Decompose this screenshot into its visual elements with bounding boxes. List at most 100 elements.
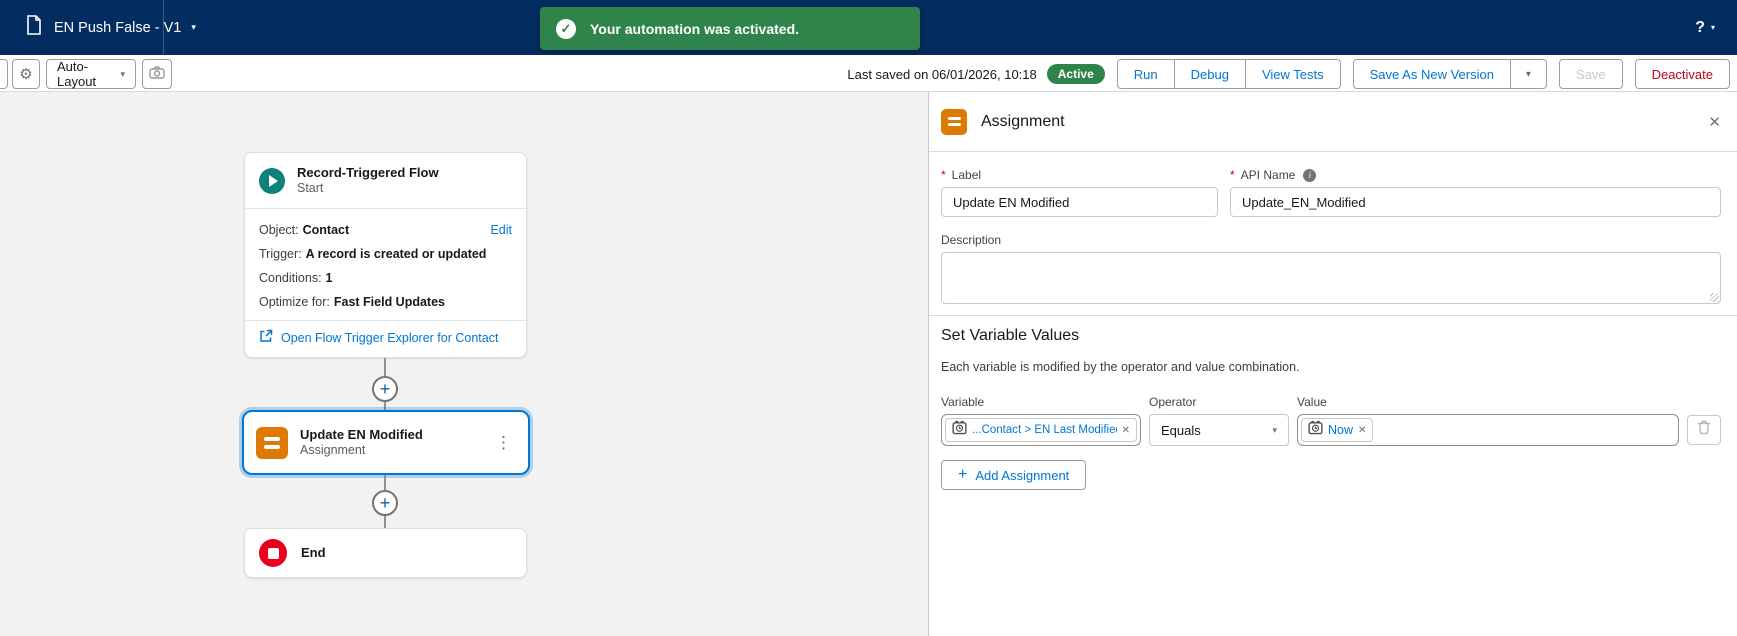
start-node-card[interactable]: Record-Triggered Flow Start Object: Cont… [244, 152, 527, 358]
gear-icon: ⚙ [19, 66, 33, 83]
label-field-label: * Label [941, 168, 982, 182]
textarea-resize-handle[interactable] [1710, 293, 1719, 302]
connector-line [384, 358, 386, 376]
last-saved-text: Last saved on 06/01/2026, 10:18 [847, 66, 1037, 82]
flow-name-caret-down-icon[interactable]: ▾ [191, 22, 196, 33]
datetime-icon [1308, 420, 1323, 440]
kebab-menu-icon[interactable]: ⋮ [491, 433, 516, 453]
optimize-value: Fast Field Updates [333, 295, 445, 309]
camera-icon [149, 66, 165, 82]
operator-select[interactable]: Equals ▾ [1149, 414, 1289, 446]
settings-button[interactable]: ⚙ [12, 59, 40, 89]
add-element-button[interactable]: + [372, 376, 398, 402]
set-variable-values-heading: Set Variable Values [941, 327, 1080, 344]
add-element-button[interactable]: + [372, 490, 398, 516]
panel-title: Assignment [981, 112, 1065, 130]
api-name-field-label: * API Name i [1230, 168, 1721, 182]
delete-assignment-button[interactable] [1687, 415, 1721, 445]
save-as-new-version-group: Save As New Version ▾ [1352, 59, 1547, 89]
toast-message: Your automation was activated. [590, 20, 800, 37]
connector-line [384, 516, 386, 528]
object-value: Contact [302, 223, 350, 237]
description-field-label: Description [941, 233, 1002, 247]
operator-value: Equals [1161, 422, 1201, 438]
save-button[interactable]: Save [1558, 59, 1623, 89]
start-node-title: Record-Triggered Flow [297, 165, 439, 180]
connector-line [384, 475, 386, 490]
add-assignment-button[interactable]: + Add Assignment [941, 460, 1087, 490]
section-helper-text: Each variable is modified by the operato… [941, 360, 1300, 374]
toast-check-icon: ✓ [556, 18, 576, 39]
value-column-label: Value [1297, 395, 1327, 409]
start-node-details: Object: Contact Edit Trigger: A record i… [245, 208, 526, 320]
top-navbar: EN Push False - V1 ▾ ✓ Your automation w… [0, 0, 1737, 55]
end-node-card[interactable]: End [244, 528, 527, 578]
api-name-input[interactable] [1230, 187, 1721, 217]
toolbar-right-group: Last saved on 06/01/2026, 10:18 Active R… [847, 59, 1730, 89]
assignment-node-card[interactable]: Update EN Modified Assignment ⋮ [242, 410, 530, 475]
value-combobox[interactable]: Now ✕ [1297, 414, 1679, 446]
flow-canvas[interactable]: Record-Triggered Flow Start Object: Cont… [0, 92, 928, 636]
run-button[interactable]: Run [1116, 59, 1175, 89]
external-link-icon [259, 329, 273, 348]
start-node-header: Record-Triggered Flow Start [245, 153, 526, 208]
variable-column-label: Variable [941, 395, 985, 409]
assignment-node-title: Update EN Modified [300, 427, 423, 442]
assignment-property-panel: Assignment ✕ * Label * API Name i [928, 92, 1737, 636]
toast-success: ✓ Your automation was activated. [540, 7, 920, 50]
variable-pill-text: ...Contact > EN Last Modified Date [972, 424, 1117, 436]
optimize-label: Optimize for: [259, 295, 330, 309]
panel-header: Assignment ✕ [929, 92, 1737, 152]
save-as-new-version-button[interactable]: Save As New Version [1352, 59, 1511, 89]
help-menu[interactable]: ? ▾ [1695, 0, 1715, 55]
help-caret-down-icon[interactable]: ▾ [1711, 23, 1715, 32]
required-marker: * [1230, 168, 1235, 182]
plus-icon: + [379, 493, 391, 513]
deactivate-button[interactable]: Deactivate [1634, 59, 1730, 89]
datetime-icon [952, 420, 967, 440]
start-play-icon [259, 167, 285, 194]
conditions-label: Conditions: [259, 271, 322, 285]
trash-icon [1697, 420, 1711, 440]
end-stop-icon [259, 539, 287, 567]
trigger-label: Trigger: [259, 247, 302, 261]
remove-variable-icon[interactable]: ✕ [1122, 425, 1130, 436]
close-icon[interactable]: ✕ [1708, 113, 1721, 131]
snapshot-button[interactable] [142, 59, 172, 89]
edit-link[interactable]: Edit [490, 218, 512, 242]
info-icon[interactable]: i [1303, 168, 1317, 182]
object-label: Object: [259, 223, 299, 237]
section-divider [929, 315, 1737, 316]
debug-button[interactable]: Debug [1174, 59, 1246, 89]
end-node-title: End [301, 545, 326, 560]
plus-icon: + [379, 379, 391, 399]
layout-select[interactable]: Auto-Layout ▾ [46, 59, 136, 89]
assignment-equals-icon [256, 426, 288, 459]
panel-body: * Label * API Name i Description [929, 152, 1737, 490]
start-conditions-row: Conditions: 1 [259, 266, 512, 290]
operator-caret-down-icon: ▾ [1272, 424, 1277, 435]
variable-combobox[interactable]: ...Contact > EN Last Modified Date ✕ [941, 414, 1141, 446]
trigger-explorer-link-row: Open Flow Trigger Explorer for Contact [245, 320, 526, 355]
layout-select-label: Auto-Layout [57, 59, 97, 89]
add-assignment-label: Add Assignment [975, 467, 1070, 483]
navbar-divider [163, 0, 164, 55]
plus-icon: + [958, 466, 968, 483]
label-input[interactable] [941, 187, 1218, 217]
start-node-subtitle: Start [297, 181, 324, 195]
view-tests-button[interactable]: View Tests [1245, 59, 1341, 89]
value-pill: Now ✕ [1301, 418, 1374, 442]
layout-caret-down-icon: ▾ [120, 68, 125, 79]
run-debug-button-group: Run Debug View Tests [1116, 59, 1341, 89]
help-icon[interactable]: ? [1695, 19, 1705, 37]
variable-pill: ...Contact > EN Last Modified Date ✕ [945, 418, 1137, 442]
operator-column-label: Operator [1149, 395, 1197, 409]
flow-document-icon [26, 15, 42, 40]
remove-value-icon[interactable]: ✕ [1358, 425, 1366, 436]
value-pill-text: Now [1328, 423, 1354, 437]
save-as-caret-down-icon[interactable]: ▾ [1510, 59, 1547, 89]
assignment-row-labels: Variable Operator Value ...Contact > EN … [941, 395, 1721, 446]
trigger-explorer-link[interactable]: Open Flow Trigger Explorer for Contact [281, 331, 498, 345]
description-textarea[interactable] [941, 252, 1721, 304]
toolbox-button-partial[interactable] [0, 59, 8, 89]
